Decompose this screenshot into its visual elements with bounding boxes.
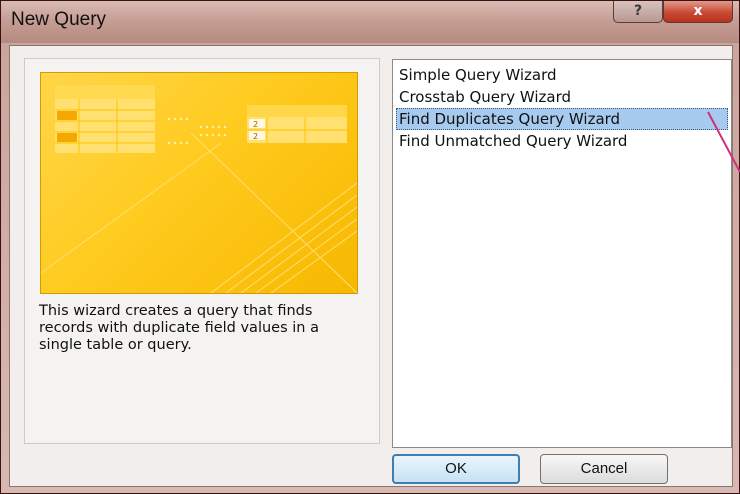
wizard-list[interactable]: Simple Query Wizard Crosstab Query Wizar… <box>392 59 732 448</box>
ok-button[interactable]: OK <box>392 454 520 484</box>
dialog-body: 2 2 This wizard creates a query that fin… <box>9 45 733 487</box>
preview-panel: 2 2 This wizard creates a query that fin… <box>24 58 380 444</box>
list-item-find-unmatched-query-wizard[interactable]: Find Unmatched Query Wizard <box>397 130 629 152</box>
close-button[interactable]: x <box>663 1 733 23</box>
help-button[interactable]: ? <box>613 1 663 23</box>
preview-digit: 2 <box>253 120 258 129</box>
list-item-crosstab-query-wizard[interactable]: Crosstab Query Wizard <box>397 86 573 108</box>
title-bar[interactable]: New Query ? x <box>1 1 739 43</box>
list-item-find-duplicates-query-wizard[interactable]: Find Duplicates Query Wizard <box>396 108 728 130</box>
new-query-dialog: New Query ? x 2 2 This wizard creates a … <box>0 0 740 494</box>
wizard-description: This wizard creates a query that finds r… <box>39 303 319 353</box>
duplicates-illustration-icon: 2 2 <box>41 85 357 293</box>
window-title: New Query <box>11 9 107 30</box>
help-icon: ? <box>633 3 643 19</box>
close-icon: x <box>693 3 703 19</box>
wizard-preview-image: 2 2 <box>40 72 358 294</box>
preview-digit: 2 <box>253 132 258 141</box>
list-item-simple-query-wizard[interactable]: Simple Query Wizard <box>397 64 559 86</box>
cancel-button[interactable]: Cancel <box>540 454 668 484</box>
